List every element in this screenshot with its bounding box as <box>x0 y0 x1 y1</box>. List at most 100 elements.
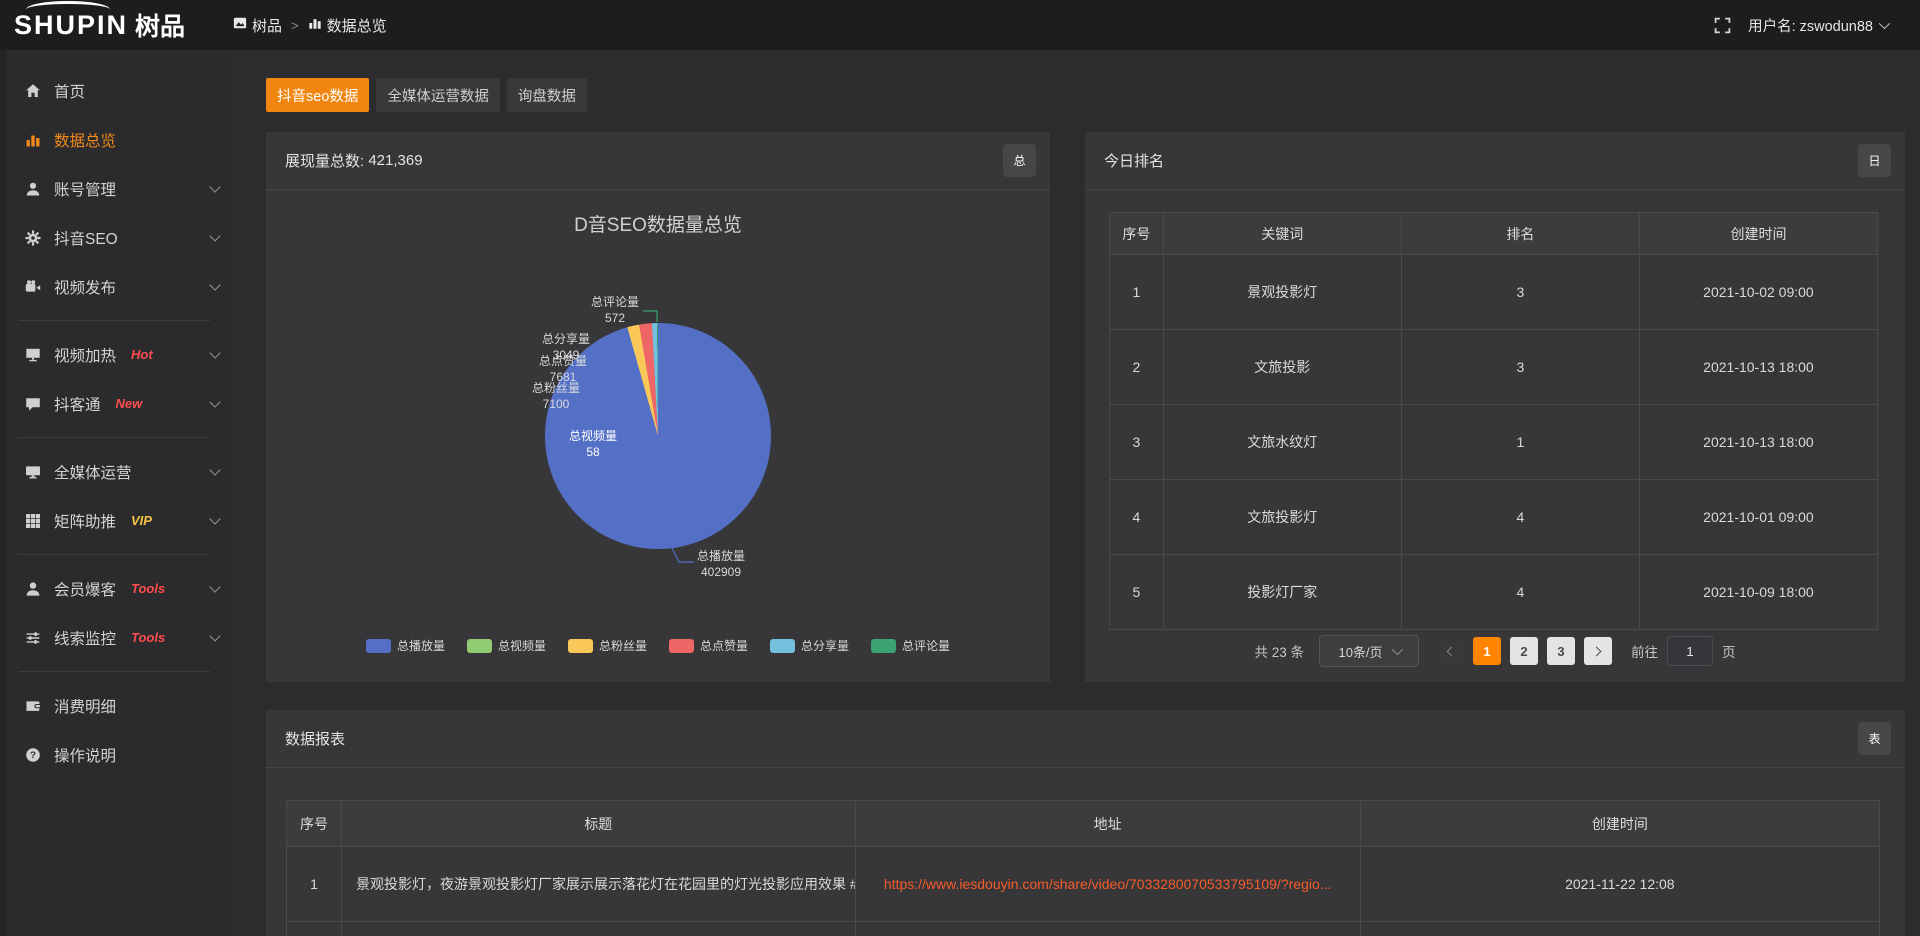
page-button-3[interactable]: 3 <box>1547 637 1575 665</box>
sidebar-item-label: 消费明细 <box>54 695 116 717</box>
username-label: 用户名: zswodun88 <box>1748 15 1873 36</box>
sidebar-item-video-heat[interactable]: 视频加热Hot <box>0 330 228 379</box>
user-menu[interactable]: 用户名: zswodun88 <box>1748 15 1887 36</box>
sidebar-item-operation-guide[interactable]: ?操作说明 <box>0 730 228 779</box>
pie-label-value: 7100 <box>532 396 580 412</box>
sliders-icon <box>25 630 41 646</box>
next-page-button[interactable] <box>1584 637 1612 665</box>
pie-chart-area: D音SEO数据量总览 总播放量402909总视频量58总粉丝量7100总点赞量7… <box>266 190 1050 681</box>
column-header: 排名 <box>1401 213 1639 255</box>
sidebar-divider <box>18 671 210 672</box>
pie-label-value: 7681 <box>539 369 587 385</box>
table-cell: 4 <box>1110 480 1164 555</box>
table-cell: 1 <box>1401 405 1639 480</box>
goto-page-input[interactable] <box>1667 636 1713 666</box>
ranking-corner-button[interactable]: 日 <box>1858 144 1891 177</box>
table-cell: 3 <box>1401 255 1639 330</box>
column-header: 创建时间 <box>1639 213 1877 255</box>
screen-icon <box>25 347 41 363</box>
legend-swatch <box>871 639 896 653</box>
goto-unit-label: 页 <box>1722 641 1736 661</box>
sidebar-item-label: 抖客通 <box>54 393 101 415</box>
sidebar-item-video-publish[interactable]: 视频发布 <box>0 262 228 311</box>
tab-media-ops-data[interactable]: 全媒体运营数据 <box>376 78 500 112</box>
sidebar-item-label: 首页 <box>54 80 85 102</box>
sidebar-item-label: 全媒体运营 <box>54 461 132 483</box>
table-row: 5投影灯厂家42021-10-09 18:00 <box>1110 555 1878 630</box>
table-row: 2文旅投影32021-10-13 18:00 <box>1110 330 1878 405</box>
sidebar-item-label: 会员爆客 <box>54 578 116 600</box>
app-icon <box>233 16 247 34</box>
sidebar-item-label: 抖音SEO <box>54 227 118 249</box>
chevron-down-icon <box>1879 18 1890 29</box>
report-table-head: 序号标题地址创建时间 <box>287 801 1880 847</box>
legend-item[interactable]: 总粉丝量 <box>568 637 647 654</box>
sidebar-item-account[interactable]: 账号管理 <box>0 164 228 213</box>
sidebar-item-data-overview[interactable]: 数据总览 <box>0 115 228 164</box>
sidebar-item-clue-monitor[interactable]: 线索监控 Tools <box>0 613 228 662</box>
table-row <box>287 922 1880 936</box>
pie-label-value: 58 <box>569 444 617 460</box>
overview-total-value: 421,369 <box>368 152 422 169</box>
chevron-down-icon <box>209 464 220 475</box>
overview-panel: 展现量总数: 421,369 总 D音SEO数据量总览 总播放量402909总视… <box>266 132 1050 682</box>
pie-label-name: 总视频量 <box>569 428 617 444</box>
page-button-1[interactable]: 1 <box>1473 637 1501 665</box>
report-panel-header: 数据报表 表 <box>266 710 1905 768</box>
breadcrumb: 树品 > 数据总览 <box>233 0 387 50</box>
legend-item[interactable]: 总评论量 <box>871 637 950 654</box>
sidebar-item-home[interactable]: 首页 <box>0 66 228 115</box>
member-icon <box>25 581 41 597</box>
ranking-table-head: 序号关键词排名创建时间 <box>1110 213 1878 255</box>
chevron-down-icon <box>209 396 220 407</box>
chevron-down-icon <box>1391 644 1402 655</box>
sidebar-item-badge: Tools <box>131 630 165 645</box>
table-cell: 文旅投影灯 <box>1163 480 1401 555</box>
fullscreen-icon[interactable] <box>1714 17 1731 34</box>
gear-icon <box>25 230 41 246</box>
sidebar-item-expense-detail[interactable]: 消费明细 <box>0 681 228 730</box>
video-link[interactable]: https://www.iesdouyin.com/share/video/70… <box>884 876 1332 892</box>
pagination-total: 共 23 条 <box>1254 641 1304 661</box>
legend-item[interactable]: 总视频量 <box>467 637 546 654</box>
legend-label: 总视频量 <box>498 637 546 654</box>
page-button-2[interactable]: 2 <box>1510 637 1538 665</box>
sidebar-item-member-tools[interactable]: 会员爆客 Tools <box>0 564 228 613</box>
sidebar-item-label: 数据总览 <box>54 129 116 151</box>
table-cell: 3 <box>1110 405 1164 480</box>
chevron-down-icon <box>209 513 220 524</box>
page-size-select[interactable]: 10条/页 <box>1319 635 1419 667</box>
pie-label-value: 402909 <box>697 564 745 580</box>
sidebar-item-douyin-seo[interactable]: 抖音SEO <box>0 213 228 262</box>
page-size-value: 10条/页 <box>1338 642 1382 661</box>
sidebar-item-label: 线索监控 <box>54 627 116 649</box>
goto-page: 前往 页 <box>1631 636 1736 666</box>
tab-douyin-seo-data[interactable]: 抖音seo数据 <box>266 78 369 112</box>
report-table: 序号标题地址创建时间 1景观投影灯，夜游景观投影灯厂家展示展示落花灯在花园里的灯… <box>286 800 1880 936</box>
chevron-right-icon <box>1592 646 1602 656</box>
wallet-icon <box>25 698 41 714</box>
camera-icon <box>25 279 41 295</box>
legend-swatch <box>770 639 795 653</box>
pie-label-value: 3049 <box>542 347 590 363</box>
pie-label: 总评论量572 <box>591 294 639 326</box>
sidebar-item-media-ops[interactable]: 全媒体运营 <box>0 447 228 496</box>
breadcrumb-item-home[interactable]: 树品 <box>233 15 282 36</box>
legend-item[interactable]: 总点赞量 <box>669 637 748 654</box>
report-corner-button[interactable]: 表 <box>1858 722 1891 755</box>
sidebar-item-badge: Tools <box>131 581 165 596</box>
column-header: 创建时间 <box>1360 801 1879 847</box>
sidebar-item-matrix-boost[interactable]: 矩阵助推VIP <box>0 496 228 545</box>
ranking-table-body: 1景观投影灯32021-10-02 09:002文旅投影32021-10-13 … <box>1110 255 1878 630</box>
prev-page-button[interactable] <box>1436 637 1464 665</box>
column-header: 序号 <box>287 801 342 847</box>
breadcrumb-item-current[interactable]: 数据总览 <box>308 15 387 36</box>
legend-item[interactable]: 总分享量 <box>770 637 849 654</box>
table-cell: 2021-10-01 09:00 <box>1639 480 1877 555</box>
overview-corner-button[interactable]: 总 <box>1003 144 1036 177</box>
tab-inquiry-data[interactable]: 询盘数据 <box>507 78 587 112</box>
table-cell <box>341 922 855 936</box>
sidebar-item-douketong[interactable]: 抖客通New <box>0 379 228 428</box>
legend-item[interactable]: 总播放量 <box>366 637 445 654</box>
table-cell: 文旅投影 <box>1163 330 1401 405</box>
